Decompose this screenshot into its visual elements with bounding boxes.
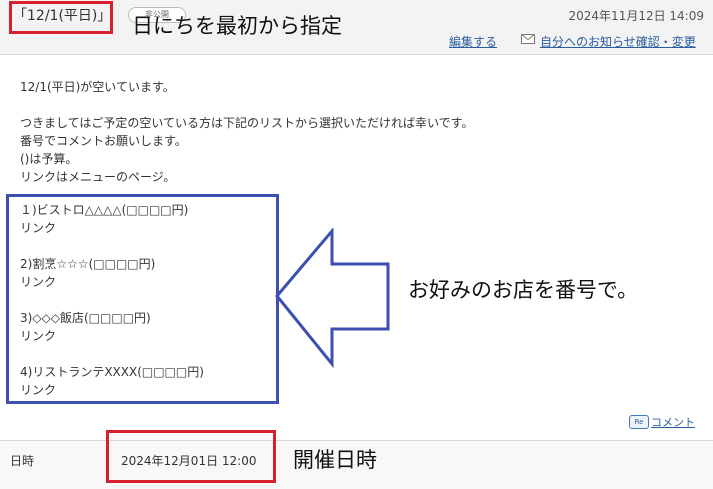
body-line: 番号でコメントお願いします。 (20, 134, 187, 148)
restaurant-list: １)ビストロ△△△△(□□□□円) リンク 2)割烹☆☆☆(□□□□円) リンク… (20, 201, 204, 399)
restaurant-link: リンク (20, 275, 57, 289)
body-line: ()は予算。 (20, 152, 78, 166)
post-timestamp: 2024年11月12日 14:09 (568, 9, 704, 23)
restaurant-link: リンク (20, 221, 57, 235)
post-body: 12/1(平日)が空いています。 つきましてはご予定の空いている方は下記のリスト… (20, 78, 473, 186)
body-line: つきましてはご予定の空いている方は下記のリストから選択いただければ幸いです。 (20, 116, 474, 130)
notification-settings-link[interactable]: 自分へのお知らせ確認・変更 (540, 33, 696, 50)
title-highlight-box (9, 1, 113, 34)
mail-icon (521, 34, 535, 44)
comment-reply-icon: Re (629, 415, 649, 429)
restaurant-name: １)ビストロ△△△△(□□□□円) (20, 203, 189, 217)
date-highlight-box (106, 430, 276, 483)
body-line: リンクはメニューのページ。 (20, 170, 176, 184)
body-line: 12/1(平日)が空いています。 (20, 80, 175, 94)
restaurant-link: リンク (20, 383, 57, 397)
event-date-label: 日時 (10, 454, 35, 468)
list-annotation: お好みのお店を番号で。 (408, 278, 639, 302)
restaurant-name: 2)割烹☆☆☆(□□□□円) (20, 257, 156, 271)
comment-action[interactable]: Re コメント (629, 414, 695, 430)
restaurant-name: 3)◇◇◇飯店(□□□□円) (20, 311, 151, 325)
left-arrow-icon (275, 228, 390, 368)
edit-link[interactable]: 編集する (449, 33, 497, 50)
restaurant-link: リンク (20, 329, 57, 343)
date-annotation: 開催日時 (293, 448, 377, 472)
comment-link[interactable]: コメント (651, 416, 695, 429)
title-annotation: 日にちを最初から指定 (132, 14, 342, 38)
restaurant-name: 4)リストランテXXXX(□□□□円) (20, 365, 204, 379)
